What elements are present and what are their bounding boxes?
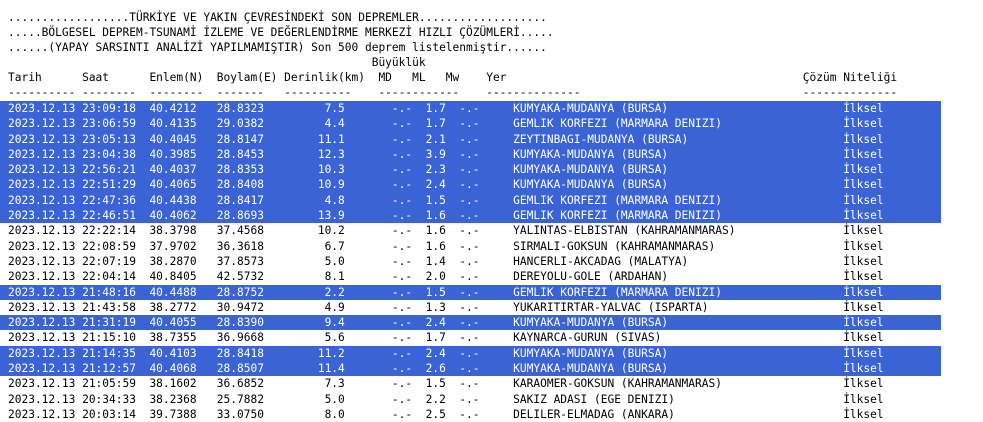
title-line-3: ......(YAPAY SARSINTI ANALİZİ YAPILMAMIŞ… bbox=[8, 41, 547, 54]
row-text: 2023.12.13 21:43:58 38.2772 30.9472 4.9 … bbox=[8, 300, 884, 314]
earthquake-list[interactable]: 2023.12.13 23:09:18 40.4212 28.8323 7.5 … bbox=[0, 101, 983, 422]
table-row[interactable]: 2023.12.13 20:34:33 38.2368 25.7882 5.0 … bbox=[0, 392, 983, 407]
table-row[interactable]: 2023.12.13 23:05:13 40.4045 28.8147 11.1… bbox=[0, 131, 941, 147]
table-row[interactable]: 2023.12.13 21:31:19 40.4055 28.8390 9.4 … bbox=[0, 315, 941, 331]
row-text: 2023.12.13 21:12:57 40.4068 28.8507 11.4… bbox=[8, 362, 884, 376]
row-text: 2023.12.13 23:09:18 40.4212 28.8323 7.5 … bbox=[8, 102, 884, 115]
row-text: 2023.12.13 22:47:36 40.4438 28.8417 4.8 … bbox=[8, 193, 884, 207]
table-row[interactable]: 2023.12.13 22:08:59 37.9702 36.3618 6.7 … bbox=[0, 239, 983, 254]
row-text: 2023.12.13 22:04:14 40.8405 42.5732 8.1 … bbox=[8, 270, 884, 284]
row-text: 2023.12.13 22:07:19 38.2870 37.8573 5.0 … bbox=[8, 254, 884, 268]
title-line-2: .....BÖLGESEL DEPREM-TSUNAMİ İZLEME VE D… bbox=[8, 26, 554, 39]
table-row[interactable]: 2023.12.13 22:51:29 40.4065 28.8408 10.9… bbox=[0, 177, 941, 193]
table-row[interactable]: 2023.12.13 23:09:18 40.4212 28.8323 7.5 … bbox=[0, 101, 941, 117]
row-text: 2023.12.13 21:31:19 40.4055 28.8390 9.4 … bbox=[8, 316, 884, 330]
table-row[interactable]: 2023.12.13 22:46:51 40.4062 28.8693 13.9… bbox=[0, 208, 941, 224]
row-text: 2023.12.13 21:14:35 40.4103 28.8418 11.2… bbox=[8, 346, 884, 360]
row-text: 2023.12.13 22:08:59 37.9702 36.3618 6.7 … bbox=[8, 239, 884, 253]
table-row[interactable]: 2023.12.13 22:47:36 40.4438 28.8417 4.8 … bbox=[0, 192, 941, 209]
column-headers: Tarih Saat Enlem(N) Boylam(E) Derinlik(k… bbox=[8, 71, 898, 84]
magnitude-group-label: Büyüklük bbox=[8, 56, 426, 69]
row-text: 2023.12.13 22:56:21 40.4037 28.8353 10.3… bbox=[8, 163, 884, 177]
row-text: 2023.12.13 20:34:33 38.2368 25.7882 5.0 … bbox=[8, 392, 884, 406]
row-text: 2023.12.13 21:48:16 40.4488 28.8752 2.2 … bbox=[8, 285, 884, 299]
table-row[interactable]: 2023.12.13 21:05:59 38.1602 36.6852 7.3 … bbox=[0, 376, 983, 391]
row-text: 2023.12.13 23:05:13 40.4045 28.8147 11.1… bbox=[8, 132, 884, 146]
table-row[interactable]: 2023.12.13 22:56:21 40.4037 28.8353 10.3… bbox=[0, 162, 941, 178]
row-text: 2023.12.13 23:06:59 40.4135 29.0382 4.4 … bbox=[8, 117, 884, 131]
table-row[interactable]: 2023.12.13 23:06:59 40.4135 29.0382 4.4 … bbox=[0, 116, 941, 132]
row-text: 2023.12.13 22:51:29 40.4065 28.8408 10.9… bbox=[8, 178, 884, 192]
table-row[interactable]: 2023.12.13 22:07:19 38.2870 37.8573 5.0 … bbox=[0, 254, 983, 269]
page-header: ..................TÜRKİYE VE YAKIN ÇEVRE… bbox=[8, 10, 897, 100]
table-row[interactable]: 2023.12.13 21:43:58 38.2772 30.9472 4.9 … bbox=[0, 300, 983, 315]
title-line-1: ..................TÜRKİYE VE YAKIN ÇEVRE… bbox=[8, 11, 547, 24]
table-row[interactable]: 2023.12.13 20:03:14 39.7388 33.0750 8.0 … bbox=[0, 407, 983, 422]
row-text: 2023.12.13 22:46:51 40.4062 28.8693 13.9… bbox=[8, 209, 884, 223]
row-text: 2023.12.13 20:03:14 39.7388 33.0750 8.0 … bbox=[8, 407, 884, 421]
row-text: 2023.12.13 21:05:59 38.1602 36.6852 7.3 … bbox=[8, 377, 884, 391]
table-row[interactable]: 2023.12.13 23:04:38 40.3985 28.8453 12.3… bbox=[0, 146, 941, 163]
row-text: 2023.12.13 21:15:10 38.7355 36.9668 5.6 … bbox=[8, 331, 884, 345]
table-row[interactable]: 2023.12.13 22:22:14 38.3798 37.4568 10.2… bbox=[0, 223, 983, 238]
table-row[interactable]: 2023.12.13 21:48:16 40.4488 28.8752 2.2 … bbox=[0, 284, 941, 300]
column-underline: ---------- -------- -------- ------- ---… bbox=[8, 86, 898, 99]
row-text: 2023.12.13 23:04:38 40.3985 28.8453 12.3… bbox=[8, 147, 884, 161]
table-row[interactable]: 2023.12.13 22:04:14 40.8405 42.5732 8.1 … bbox=[0, 269, 983, 284]
table-row[interactable]: 2023.12.13 21:15:10 38.7355 36.9668 5.6 … bbox=[0, 330, 983, 345]
row-text: 2023.12.13 22:22:14 38.3798 37.4568 10.2… bbox=[8, 224, 884, 238]
table-row[interactable]: 2023.12.13 21:12:57 40.4068 28.8507 11.4… bbox=[0, 361, 941, 377]
table-row[interactable]: 2023.12.13 21:14:35 40.4103 28.8418 11.2… bbox=[0, 345, 941, 362]
